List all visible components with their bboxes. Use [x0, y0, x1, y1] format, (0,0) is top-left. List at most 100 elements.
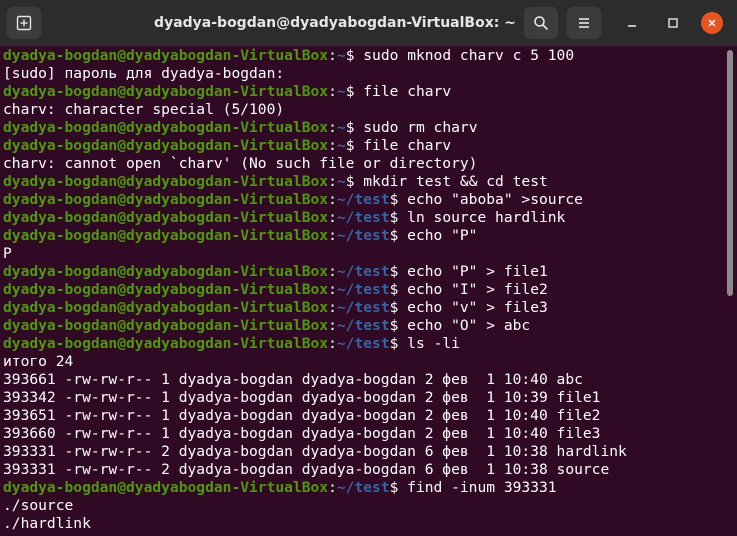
prompt-path: ~/test	[336, 317, 390, 334]
search-icon	[534, 16, 549, 31]
prompt-separator: :	[328, 281, 337, 298]
prompt-user-host: dyadya-bogdan@dyadyabogdan-VirtualBox	[3, 479, 329, 496]
prompt-path: ~	[336, 47, 346, 64]
output-line: [sudo] пароль для dyadya-bogdan:	[3, 65, 285, 82]
prompt-user-host: dyadya-bogdan@dyadyabogdan-VirtualBox	[3, 263, 329, 280]
command-text: $ echo "P" > file1	[389, 263, 548, 280]
prompt-path: ~/test	[336, 191, 390, 208]
prompt-path: ~/test	[336, 209, 390, 226]
output-line: 393331 -rw-rw-r-- 2 dyadya-bogdan dyadya…	[3, 443, 627, 460]
command-text: $ mkdir test && cd test	[345, 173, 548, 190]
command-text: $ ls -li	[389, 335, 460, 352]
search-button[interactable]	[524, 7, 558, 39]
command-text: $ echo "O" > abc	[389, 317, 531, 334]
prompt-line: dyadya-bogdan@dyadyabogdan-VirtualBox:~/…	[3, 227, 725, 245]
prompt-line: dyadya-bogdan@dyadyabogdan-VirtualBox:~/…	[3, 209, 725, 227]
prompt-line: dyadya-bogdan@dyadyabogdan-VirtualBox:~$…	[3, 83, 725, 101]
prompt-separator: :	[328, 335, 337, 352]
minimize-button[interactable]	[620, 11, 644, 35]
prompt-line: dyadya-bogdan@dyadyabogdan-VirtualBox:~/…	[3, 479, 725, 497]
prompt-user-host: dyadya-bogdan@dyadyabogdan-VirtualBox	[3, 227, 329, 244]
prompt-path: ~	[336, 137, 346, 154]
prompt-user-host: dyadya-bogdan@dyadyabogdan-VirtualBox	[3, 281, 329, 298]
prompt-user-host: dyadya-bogdan@dyadyabogdan-VirtualBox	[3, 317, 329, 334]
prompt-path: ~/test	[336, 335, 390, 352]
prompt-user-host: dyadya-bogdan@dyadyabogdan-VirtualBox	[3, 191, 329, 208]
prompt-line: dyadya-bogdan@dyadyabogdan-VirtualBox:~$…	[3, 137, 725, 155]
maximize-button[interactable]	[661, 11, 685, 35]
prompt-separator: :	[328, 83, 337, 100]
scrollbar-thumb[interactable]	[727, 50, 733, 296]
output-line: 393651 -rw-rw-r-- 1 dyadya-bogdan dyadya…	[3, 407, 601, 424]
menu-button[interactable]	[567, 7, 601, 39]
command-text: $ ln source hardlink	[389, 209, 566, 226]
close-button[interactable]	[700, 11, 724, 35]
command-text: $ echo "v" > file3	[389, 299, 548, 316]
minimize-icon	[628, 25, 636, 27]
command-text: $ file charv	[345, 83, 452, 100]
prompt-line: dyadya-bogdan@dyadyabogdan-VirtualBox:~/…	[3, 281, 725, 299]
prompt-line: dyadya-bogdan@dyadyabogdan-VirtualBox:~/…	[3, 335, 725, 353]
prompt-separator: :	[328, 173, 337, 190]
prompt-separator: :	[328, 47, 337, 64]
prompt-user-host: dyadya-bogdan@dyadyabogdan-VirtualBox	[3, 137, 329, 154]
output-line: 393342 -rw-rw-r-- 1 dyadya-bogdan dyadya…	[3, 389, 601, 406]
prompt-line: dyadya-bogdan@dyadyabogdan-VirtualBox:~/…	[3, 191, 725, 209]
close-icon	[708, 19, 716, 27]
output-line: 393661 -rw-rw-r-- 1 dyadya-bogdan dyadya…	[3, 371, 583, 388]
prompt-separator: :	[328, 191, 337, 208]
prompt-separator: :	[328, 263, 337, 280]
prompt-path: ~/test	[336, 263, 390, 280]
prompt-line: dyadya-bogdan@dyadyabogdan-VirtualBox:~/…	[3, 317, 725, 335]
prompt-path: ~	[336, 119, 346, 136]
prompt-user-host: dyadya-bogdan@dyadyabogdan-VirtualBox	[3, 299, 329, 316]
prompt-path: ~/test	[336, 299, 390, 316]
prompt-path: ~	[336, 173, 346, 190]
prompt-line: dyadya-bogdan@dyadyabogdan-VirtualBox:~/…	[3, 263, 725, 281]
window-title: dyadya-bogdan@dyadyabogdan-VirtualBox: ~	[154, 15, 516, 31]
hamburger-menu-icon	[579, 18, 589, 28]
output-line: ./source	[3, 497, 74, 514]
output-line: P	[3, 245, 12, 262]
prompt-user-host: dyadya-bogdan@dyadyabogdan-VirtualBox	[3, 335, 329, 352]
prompt-separator: :	[328, 227, 337, 244]
command-text: $ echo "P"	[389, 227, 478, 244]
output-line: charv: character special (5/100)	[3, 101, 285, 118]
close-button-circle[interactable]	[701, 12, 723, 34]
output-line: charv: cannot open `charv' (No such file…	[3, 155, 478, 172]
prompt-separator: :	[328, 137, 337, 154]
output-line: ./hardlink	[3, 515, 91, 532]
command-text: $ file charv	[345, 137, 452, 154]
prompt-line: dyadya-bogdan@dyadyabogdan-VirtualBox:~$…	[3, 173, 725, 191]
prompt-line: dyadya-bogdan@dyadyabogdan-VirtualBox:~/…	[3, 299, 725, 317]
prompt-path: ~/test	[336, 227, 390, 244]
title-bar[interactable]: dyadya-bogdan@dyadyabogdan-VirtualBox: ~	[0, 0, 737, 46]
prompt-user-host: dyadya-bogdan@dyadyabogdan-VirtualBox	[3, 209, 329, 226]
command-text: $ find -inum 393331	[389, 479, 557, 496]
maximize-icon	[668, 18, 678, 28]
prompt-path: ~/test	[336, 479, 390, 496]
prompt-path: ~	[336, 83, 346, 100]
output-line: 393331 -rw-rw-r-- 2 dyadya-bogdan dyadya…	[3, 461, 610, 478]
prompt-line: dyadya-bogdan@dyadyabogdan-VirtualBox:~$…	[3, 47, 725, 65]
prompt-separator: :	[328, 119, 337, 136]
command-text: $ echo "aboba" >source	[389, 191, 583, 208]
command-text: $ sudo mknod charv c 5 100	[345, 47, 575, 64]
new-tab-button[interactable]	[7, 7, 41, 39]
prompt-user-host: dyadya-bogdan@dyadyabogdan-VirtualBox	[3, 83, 329, 100]
new-tab-icon	[16, 15, 32, 31]
prompt-line: dyadya-bogdan@dyadyabogdan-VirtualBox:~$…	[3, 119, 725, 137]
terminal-output[interactable]: dyadya-bogdan@dyadyabogdan-VirtualBox:~$…	[0, 47, 725, 536]
prompt-separator: :	[328, 317, 337, 334]
prompt-user-host: dyadya-bogdan@dyadyabogdan-VirtualBox	[3, 119, 329, 136]
prompt-separator: :	[328, 479, 337, 496]
terminal-window: dyadya-bogdan@dyadyabogdan-VirtualBox: ~	[0, 0, 737, 536]
prompt-path: ~/test	[336, 281, 390, 298]
prompt-separator: :	[328, 299, 337, 316]
output-line: итого 24	[3, 353, 74, 370]
prompt-user-host: dyadya-bogdan@dyadyabogdan-VirtualBox	[3, 47, 329, 64]
output-line: 393660 -rw-rw-r-- 1 dyadya-bogdan dyadya…	[3, 425, 601, 442]
prompt-user-host: dyadya-bogdan@dyadyabogdan-VirtualBox	[3, 173, 329, 190]
prompt-separator: :	[328, 209, 337, 226]
command-text: $ sudo rm charv	[345, 119, 478, 136]
